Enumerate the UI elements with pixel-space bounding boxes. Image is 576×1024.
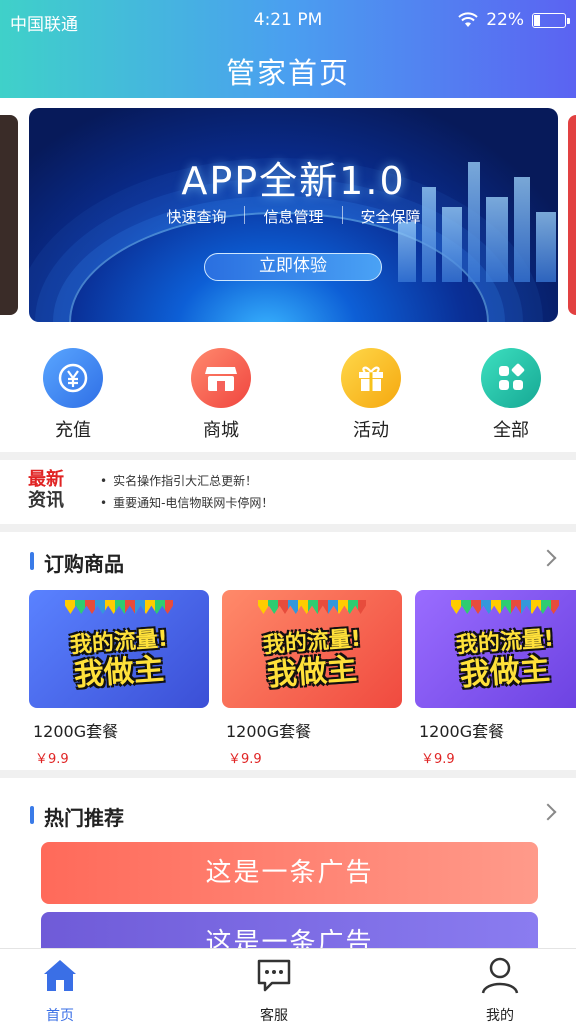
ad-banner[interactable]: 这是一条广告 xyxy=(41,842,538,904)
product-card[interactable]: 我的流量! 我做主 1200G套餐 ￥9.9 xyxy=(415,590,576,767)
store-icon xyxy=(191,348,251,408)
quick-nav-label: 活动 xyxy=(353,420,389,441)
bottom-tab-bar: 首页 客服 我的 xyxy=(0,948,576,1024)
product-image: 我的流量! 我做主 xyxy=(222,590,402,708)
banner-feature: 信息管理 xyxy=(263,208,324,226)
battery-icon xyxy=(532,12,570,28)
quick-nav-label: 充值 xyxy=(55,420,91,441)
divider xyxy=(0,452,576,460)
chevron-right-icon[interactable] xyxy=(539,549,557,567)
chat-icon xyxy=(254,955,294,995)
product-name: 1200G套餐 xyxy=(419,722,505,741)
status-right: 22% xyxy=(458,10,570,30)
home-icon xyxy=(40,955,80,995)
product-price: ￥9.9 xyxy=(228,752,262,767)
divider xyxy=(0,770,576,778)
product-price: ￥9.9 xyxy=(421,752,455,767)
news-list: 实名操作指引大汇总更新！ 重要通知-电信物联网卡停网！ xyxy=(100,470,273,514)
carousel-next-card[interactable] xyxy=(568,115,576,315)
banner-features: 快速查询 信息管理 安全保障 xyxy=(29,206,558,227)
news-badge-bottom: 资讯 xyxy=(28,490,64,511)
yen-icon xyxy=(43,348,103,408)
hot-section-header[interactable]: 热门推荐 xyxy=(0,800,576,830)
banner-feature: 安全保障 xyxy=(360,208,421,226)
try-now-button[interactable]: 立即体验 xyxy=(204,253,382,281)
tab-label: 客服 xyxy=(260,1008,288,1024)
product-image: 我的流量! 我做主 xyxy=(29,590,209,708)
product-carousel[interactable]: 我的流量! 我做主 1200G套餐 ￥9.9 我的流量! 我做主 1200G套餐 ￥… xyxy=(0,590,576,770)
quick-nav-label: 全部 xyxy=(493,420,529,441)
news-item[interactable]: 重要通知-电信物联网卡停网！ xyxy=(100,492,273,514)
gift-icon xyxy=(341,348,401,408)
divider xyxy=(0,524,576,532)
news-badge-top: 最新 xyxy=(28,469,64,490)
promo-banner[interactable]: APP全新1.0 快速查询 信息管理 安全保障 立即体验 xyxy=(29,108,558,322)
chevron-right-icon[interactable] xyxy=(539,803,557,821)
product-price: ￥9.9 xyxy=(35,752,69,767)
product-image: 我的流量! 我做主 xyxy=(415,590,576,708)
quick-nav-label: 商城 xyxy=(203,420,239,441)
product-name: 1200G套餐 xyxy=(33,722,119,741)
quick-nav-events[interactable]: 活动 xyxy=(326,348,416,442)
tab-home[interactable]: 首页 xyxy=(20,955,100,1024)
banner-feature: 快速查询 xyxy=(166,208,227,226)
product-card[interactable]: 我的流量! 我做主 1200G套餐 ￥9.9 xyxy=(29,590,209,767)
quick-nav-store[interactable]: 商城 xyxy=(176,348,266,442)
tab-profile[interactable]: 我的 xyxy=(460,955,540,1024)
battery-percent: 22% xyxy=(486,10,524,30)
wifi-icon xyxy=(458,12,478,27)
products-section-header[interactable]: 订购商品 xyxy=(0,546,576,576)
section-title: 订购商品 xyxy=(44,552,124,576)
page-title: 管家首页 xyxy=(225,56,350,90)
apps-icon xyxy=(481,348,541,408)
user-icon xyxy=(480,955,520,995)
tab-label: 我的 xyxy=(486,1008,514,1024)
product-name: 1200G套餐 xyxy=(226,722,312,741)
tab-service[interactable]: 客服 xyxy=(234,955,314,1024)
quick-nav-recharge[interactable]: 充值 xyxy=(28,348,118,442)
section-title: 热门推荐 xyxy=(44,806,124,830)
news-item[interactable]: 实名操作指引大汇总更新！ xyxy=(100,470,273,492)
quick-nav-all[interactable]: 全部 xyxy=(466,348,556,442)
tab-label: 首页 xyxy=(46,1008,74,1024)
status-bar: 中国联通 4:21 PM 22% xyxy=(10,10,570,35)
news-badge: 最新 资讯 xyxy=(28,469,74,511)
news-ticker[interactable]: 最新 资讯 实名操作指引大汇总更新！ 重要通知-电信物联网卡停网！ xyxy=(0,462,576,524)
banner-headline: APP全新1.0 xyxy=(181,159,406,203)
app-header: 中国联通 4:21 PM 22% 管家首页 xyxy=(0,0,576,98)
quick-nav: 充值 商城 活动 全部 xyxy=(0,348,576,444)
carousel-prev-card[interactable] xyxy=(0,115,18,315)
product-card[interactable]: 我的流量! 我做主 1200G套餐 ￥9.9 xyxy=(222,590,402,767)
